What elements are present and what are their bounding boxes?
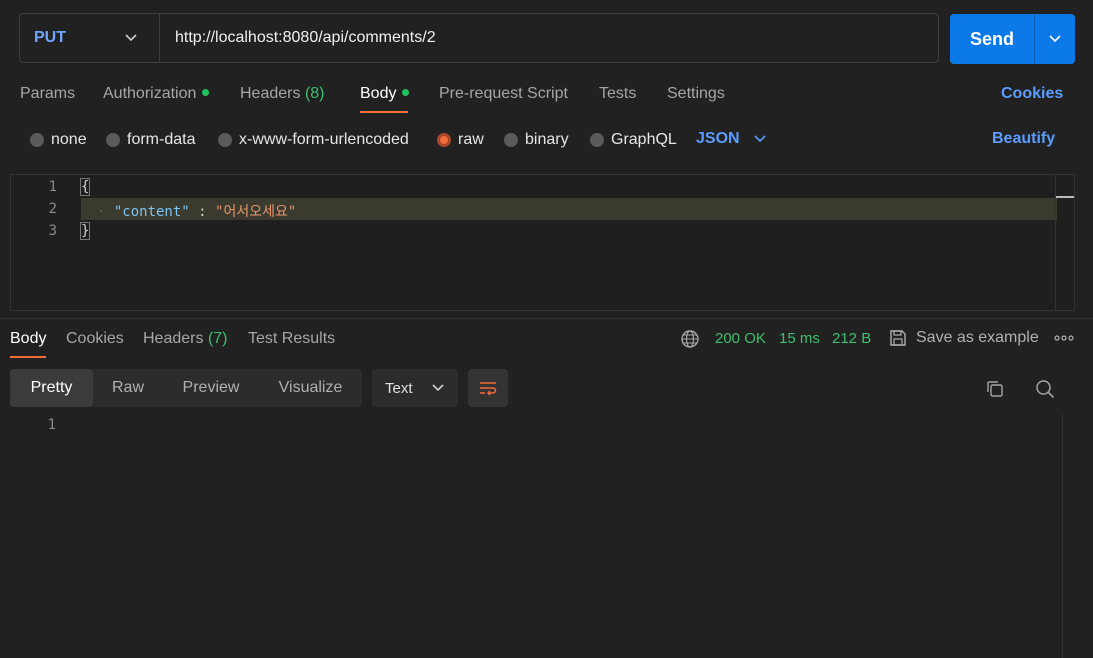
view-mode-preview[interactable]: Preview <box>163 369 259 407</box>
tab-label: Settings <box>667 85 725 102</box>
tab-count: (7) <box>207 330 228 347</box>
code-line: · "content" : "어서오세요" <box>97 201 296 221</box>
beautify-link[interactable]: Beautify <box>992 130 1055 148</box>
response-scrollbar[interactable] <box>1062 414 1081 658</box>
send-button-group: Send <box>950 14 1075 64</box>
indent-guide: · <box>97 204 114 220</box>
request-url-bar: PUT http://localhost:8080/api/comments/2 <box>19 13 939 63</box>
open-brace: { <box>79 178 91 196</box>
status-dot <box>402 89 410 96</box>
cookies-link[interactable]: Cookies <box>1001 85 1063 103</box>
response-body-viewer[interactable]: 1 <box>0 414 1093 658</box>
send-options-button[interactable] <box>1034 14 1075 64</box>
url-input[interactable]: http://localhost:8080/api/comments/2 <box>160 29 436 47</box>
chevron-down-icon <box>1049 35 1061 43</box>
radio-circle <box>590 133 604 147</box>
more-options-icon[interactable] <box>1054 334 1074 342</box>
radio-circle <box>504 133 518 147</box>
editor-scrollbar[interactable] <box>1055 175 1074 310</box>
response-format-select[interactable]: Text <box>372 369 458 407</box>
radio-label: x-www-form-urlencoded <box>239 131 409 148</box>
tab-authorization[interactable]: Authorization <box>103 85 210 103</box>
line-number: 1 <box>47 417 56 433</box>
save-as-example-label: Save as example <box>916 329 1039 346</box>
radio-x-www-form-urlencoded[interactable]: x-www-form-urlencoded <box>218 131 409 149</box>
radio-label: form-data <box>127 131 196 148</box>
view-mode-visualize[interactable]: Visualize <box>259 369 362 407</box>
radio-raw[interactable]: raw <box>437 131 484 149</box>
format-label: Text <box>385 379 413 397</box>
json-value: "어서오세요" <box>215 204 297 220</box>
wrap-lines-icon <box>480 382 497 396</box>
globe-icon[interactable] <box>680 329 700 349</box>
tab-label: Body <box>10 330 47 347</box>
code-line: { <box>79 178 91 196</box>
tab-label: Cookies <box>66 330 124 347</box>
raw-format-label: JSON <box>696 130 740 147</box>
tab-label: Headers <box>240 85 301 102</box>
tab-label: Body <box>360 85 397 102</box>
chevron-down-icon <box>432 384 444 392</box>
tab-tests[interactable]: Tests <box>599 85 636 103</box>
chevron-down-icon <box>125 34 137 42</box>
wrap-lines-button[interactable] <box>468 369 508 407</box>
radio-circle <box>30 133 44 147</box>
divider <box>0 318 1093 319</box>
line-number: 1 <box>48 179 57 195</box>
close-brace: } <box>79 222 91 240</box>
radio-label: binary <box>525 131 569 148</box>
save-icon <box>890 330 906 346</box>
status-dot <box>202 89 210 96</box>
tab-label: Test Results <box>248 330 336 347</box>
copy-icon[interactable] <box>985 379 1005 399</box>
tab-settings[interactable]: Settings <box>667 85 725 103</box>
tab-headers[interactable]: Headers (8) <box>240 85 325 103</box>
radio-none[interactable]: none <box>30 131 87 149</box>
active-tab-underline <box>10 356 46 358</box>
search-icon[interactable] <box>1034 378 1056 400</box>
scroll-marker <box>1056 196 1074 198</box>
radio-label: raw <box>458 131 484 148</box>
view-mode-switcher: Pretty Raw Preview Visualize <box>10 369 362 407</box>
tab-pre-request-script[interactable]: Pre-request Script <box>439 85 568 103</box>
radio-form-data[interactable]: form-data <box>106 131 195 149</box>
code-line: } <box>79 222 91 240</box>
view-mode-pretty[interactable]: Pretty <box>10 369 93 407</box>
active-tab-underline <box>360 111 408 113</box>
save-as-example-button[interactable]: Save as example <box>889 329 1039 347</box>
response-time[interactable]: 15 ms <box>779 330 820 347</box>
radio-circle <box>218 133 232 147</box>
tab-label: Authorization <box>103 85 197 102</box>
radio-label: GraphQL <box>611 131 677 148</box>
response-tab-test-results[interactable]: Test Results <box>248 330 335 348</box>
radio-graphql[interactable]: GraphQL <box>590 131 677 149</box>
response-size[interactable]: 212 B <box>832 330 871 347</box>
tab-label: Tests <box>599 85 637 102</box>
tab-label: Params <box>20 85 76 102</box>
radio-binary[interactable]: binary <box>504 131 569 149</box>
status-code[interactable]: 200 OK <box>715 330 766 347</box>
send-button[interactable]: Send <box>950 29 1034 50</box>
response-tab-headers[interactable]: Headers (7) <box>143 330 228 348</box>
tab-params[interactable]: Params <box>20 85 75 103</box>
json-key: "content" <box>113 204 190 220</box>
view-mode-raw[interactable]: Raw <box>93 369 163 407</box>
radio-circle <box>437 133 451 147</box>
raw-format-select[interactable]: JSON <box>696 130 766 148</box>
radio-circle <box>106 133 120 147</box>
radio-label: none <box>51 131 87 148</box>
tab-count: (8) <box>304 85 325 102</box>
tab-label: Pre-request Script <box>439 85 568 102</box>
method-label: PUT <box>34 29 66 46</box>
request-body-editor[interactable]: 1 2 3 { · "content" : "어서오세요" } <box>10 174 1075 311</box>
chevron-down-icon <box>754 135 766 143</box>
tab-label: Headers <box>143 330 204 347</box>
method-select[interactable]: PUT <box>20 14 160 62</box>
json-separator: : <box>189 204 216 220</box>
tab-body[interactable]: Body <box>360 85 410 103</box>
response-tab-body[interactable]: Body <box>10 330 46 348</box>
line-number: 3 <box>48 223 57 239</box>
line-number: 2 <box>48 201 57 217</box>
response-tab-cookies[interactable]: Cookies <box>66 330 124 348</box>
